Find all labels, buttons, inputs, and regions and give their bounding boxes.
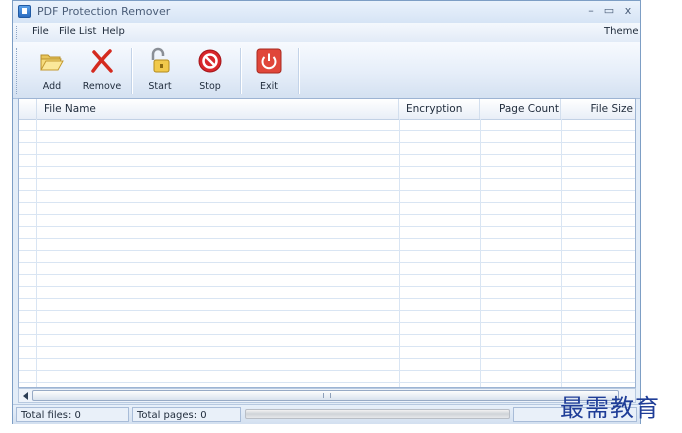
app-window: PDF Protection Remover – ▭ x File File L… bbox=[12, 0, 641, 424]
grid-header: File Name Encryption Page Count File Siz… bbox=[19, 99, 635, 120]
scroll-left-arrow-icon[interactable] bbox=[22, 392, 30, 400]
table-row[interactable] bbox=[19, 167, 635, 179]
grid-body bbox=[19, 119, 635, 387]
table-row[interactable] bbox=[19, 119, 635, 131]
menu-file-list[interactable]: File List bbox=[59, 26, 96, 37]
toolbar-separator bbox=[298, 48, 300, 94]
table-row[interactable] bbox=[19, 371, 635, 383]
start-button[interactable]: Start bbox=[135, 43, 185, 97]
table-row[interactable] bbox=[19, 323, 635, 335]
table-row[interactable] bbox=[19, 203, 635, 215]
table-row[interactable] bbox=[19, 287, 635, 299]
start-label: Start bbox=[148, 81, 172, 92]
add-button[interactable]: Add bbox=[27, 43, 77, 97]
table-row[interactable] bbox=[19, 335, 635, 347]
table-row[interactable] bbox=[19, 311, 635, 323]
table-row[interactable] bbox=[19, 131, 635, 143]
row-indicator-header bbox=[19, 99, 37, 119]
stop-button[interactable]: Stop bbox=[185, 43, 235, 97]
column-header-page-count[interactable]: Page Count bbox=[480, 99, 561, 119]
menu-file[interactable]: File bbox=[32, 26, 49, 37]
toolbar-separator bbox=[131, 48, 133, 94]
remove-label: Remove bbox=[82, 81, 122, 92]
toolbar-separator bbox=[240, 48, 242, 94]
toolbar: Add Remove Start Stop Exit bbox=[13, 42, 640, 99]
table-row[interactable] bbox=[19, 275, 635, 287]
progress-bar bbox=[245, 409, 510, 419]
remove-button[interactable]: Remove bbox=[77, 43, 127, 97]
column-divider bbox=[36, 119, 37, 387]
status-bar: Total files: 0 Total pages: 0 bbox=[13, 404, 640, 424]
folder-open-icon bbox=[40, 54, 64, 71]
menu-grip[interactable] bbox=[16, 26, 20, 39]
stop-sign-icon bbox=[198, 49, 222, 73]
exit-label: Exit bbox=[260, 81, 278, 92]
scroll-thumb-grip bbox=[323, 393, 331, 398]
table-row[interactable] bbox=[19, 179, 635, 191]
column-divider bbox=[561, 119, 562, 387]
watermark-text: 最需教育 bbox=[560, 394, 660, 422]
table-row[interactable] bbox=[19, 239, 635, 251]
column-header-encryption[interactable]: Encryption bbox=[399, 99, 480, 119]
exit-button[interactable]: Exit bbox=[244, 43, 294, 97]
file-list-grid[interactable]: File Name Encryption Page Count File Siz… bbox=[18, 98, 636, 388]
table-row[interactable] bbox=[19, 227, 635, 239]
table-row[interactable] bbox=[19, 359, 635, 371]
power-icon bbox=[256, 48, 282, 74]
table-row[interactable] bbox=[19, 251, 635, 263]
table-row[interactable] bbox=[19, 347, 635, 359]
table-row[interactable] bbox=[19, 299, 635, 311]
scroll-thumb[interactable] bbox=[32, 390, 619, 401]
table-row[interactable] bbox=[19, 215, 635, 227]
app-icon bbox=[18, 5, 31, 18]
table-row[interactable] bbox=[19, 143, 635, 155]
minimize-button[interactable]: – bbox=[583, 3, 599, 19]
column-divider bbox=[399, 119, 400, 387]
add-label: Add bbox=[42, 81, 62, 92]
status-total-pages: Total pages: 0 bbox=[132, 407, 241, 422]
red-x-icon bbox=[91, 49, 113, 73]
menu-help[interactable]: Help bbox=[102, 26, 125, 37]
column-header-file-name[interactable]: File Name bbox=[37, 99, 399, 119]
column-header-file-size[interactable]: File Size bbox=[561, 99, 635, 119]
column-divider bbox=[480, 119, 481, 387]
horizontal-scrollbar[interactable] bbox=[18, 388, 636, 403]
maximize-button[interactable]: ▭ bbox=[601, 3, 617, 19]
stop-label: Stop bbox=[199, 81, 221, 92]
menu-bar: File File List Help Theme bbox=[13, 23, 640, 42]
toolbar-grip[interactable] bbox=[16, 48, 20, 94]
menu-theme[interactable]: Theme bbox=[604, 26, 639, 37]
title-bar[interactable]: PDF Protection Remover – ▭ x bbox=[13, 1, 640, 23]
table-row[interactable] bbox=[19, 263, 635, 275]
table-row[interactable] bbox=[19, 155, 635, 167]
unlock-padlock-icon bbox=[151, 47, 170, 73]
close-button[interactable]: x bbox=[620, 3, 636, 19]
table-row[interactable] bbox=[19, 191, 635, 203]
status-total-files: Total files: 0 bbox=[16, 407, 129, 422]
window-title: PDF Protection Remover bbox=[37, 5, 171, 18]
